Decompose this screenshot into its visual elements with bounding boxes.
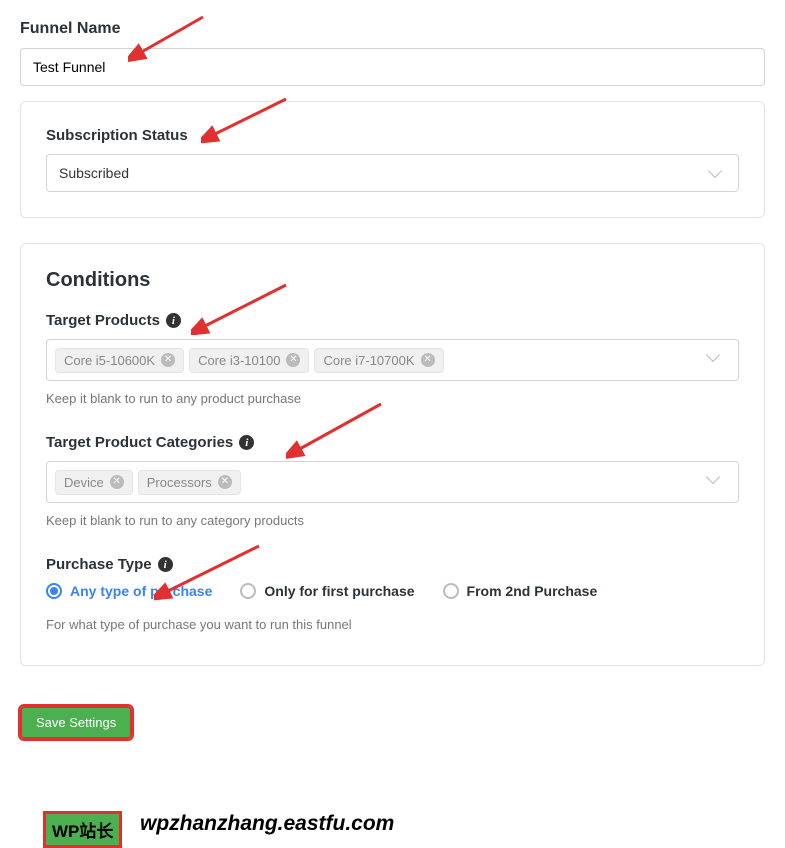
- radio-icon: [240, 583, 256, 599]
- purchase-type-label: Purchase Type: [46, 556, 152, 573]
- radio-icon: [46, 583, 62, 599]
- product-tag: Core i7-10700K✕: [314, 348, 443, 373]
- target-categories-hint: Keep it blank to run to any category pro…: [46, 513, 739, 528]
- subscription-status-dropdown[interactable]: Subscribed: [46, 154, 739, 192]
- info-icon[interactable]: i: [239, 435, 254, 450]
- funnel-name-input[interactable]: [20, 48, 765, 86]
- target-categories-input[interactable]: Device✕ Processors✕: [46, 461, 739, 503]
- info-icon[interactable]: i: [158, 557, 173, 572]
- target-products-label: Target Products: [46, 312, 160, 329]
- watermark-badge: WP站长: [43, 811, 122, 848]
- radio-icon: [443, 583, 459, 599]
- info-icon[interactable]: i: [166, 313, 181, 328]
- purchase-type-option-first[interactable]: Only for first purchase: [240, 583, 414, 599]
- product-tag: Core i3-10100✕: [189, 348, 309, 373]
- target-products-hint: Keep it blank to run to any product purc…: [46, 391, 739, 406]
- target-products-input[interactable]: Core i5-10600K✕ Core i3-10100✕ Core i7-1…: [46, 339, 739, 381]
- conditions-heading: Conditions: [46, 269, 739, 292]
- purchase-type-hint: For what type of purchase you want to ru…: [46, 617, 739, 632]
- chevron-down-icon: [706, 470, 720, 484]
- remove-tag-icon[interactable]: ✕: [218, 475, 232, 489]
- category-tag: Processors✕: [138, 470, 241, 495]
- target-categories-label: Target Product Categories: [46, 434, 233, 451]
- purchase-type-option-any[interactable]: Any type of purchase: [46, 583, 212, 599]
- remove-tag-icon[interactable]: ✕: [286, 353, 300, 367]
- save-settings-button[interactable]: Save Settings: [20, 706, 132, 739]
- remove-tag-icon[interactable]: ✕: [161, 353, 175, 367]
- watermark-url: wpzhanzhang.eastfu.com: [140, 812, 394, 836]
- category-tag: Device✕: [55, 470, 133, 495]
- subscription-status-value: Subscribed: [59, 165, 129, 181]
- purchase-type-option-second[interactable]: From 2nd Purchase: [443, 583, 598, 599]
- subscription-status-label: Subscription Status: [46, 127, 739, 144]
- remove-tag-icon[interactable]: ✕: [110, 475, 124, 489]
- chevron-down-icon: [708, 164, 722, 178]
- funnel-name-label: Funnel Name: [20, 20, 765, 38]
- remove-tag-icon[interactable]: ✕: [421, 353, 435, 367]
- chevron-down-icon: [706, 348, 720, 362]
- product-tag: Core i5-10600K✕: [55, 348, 184, 373]
